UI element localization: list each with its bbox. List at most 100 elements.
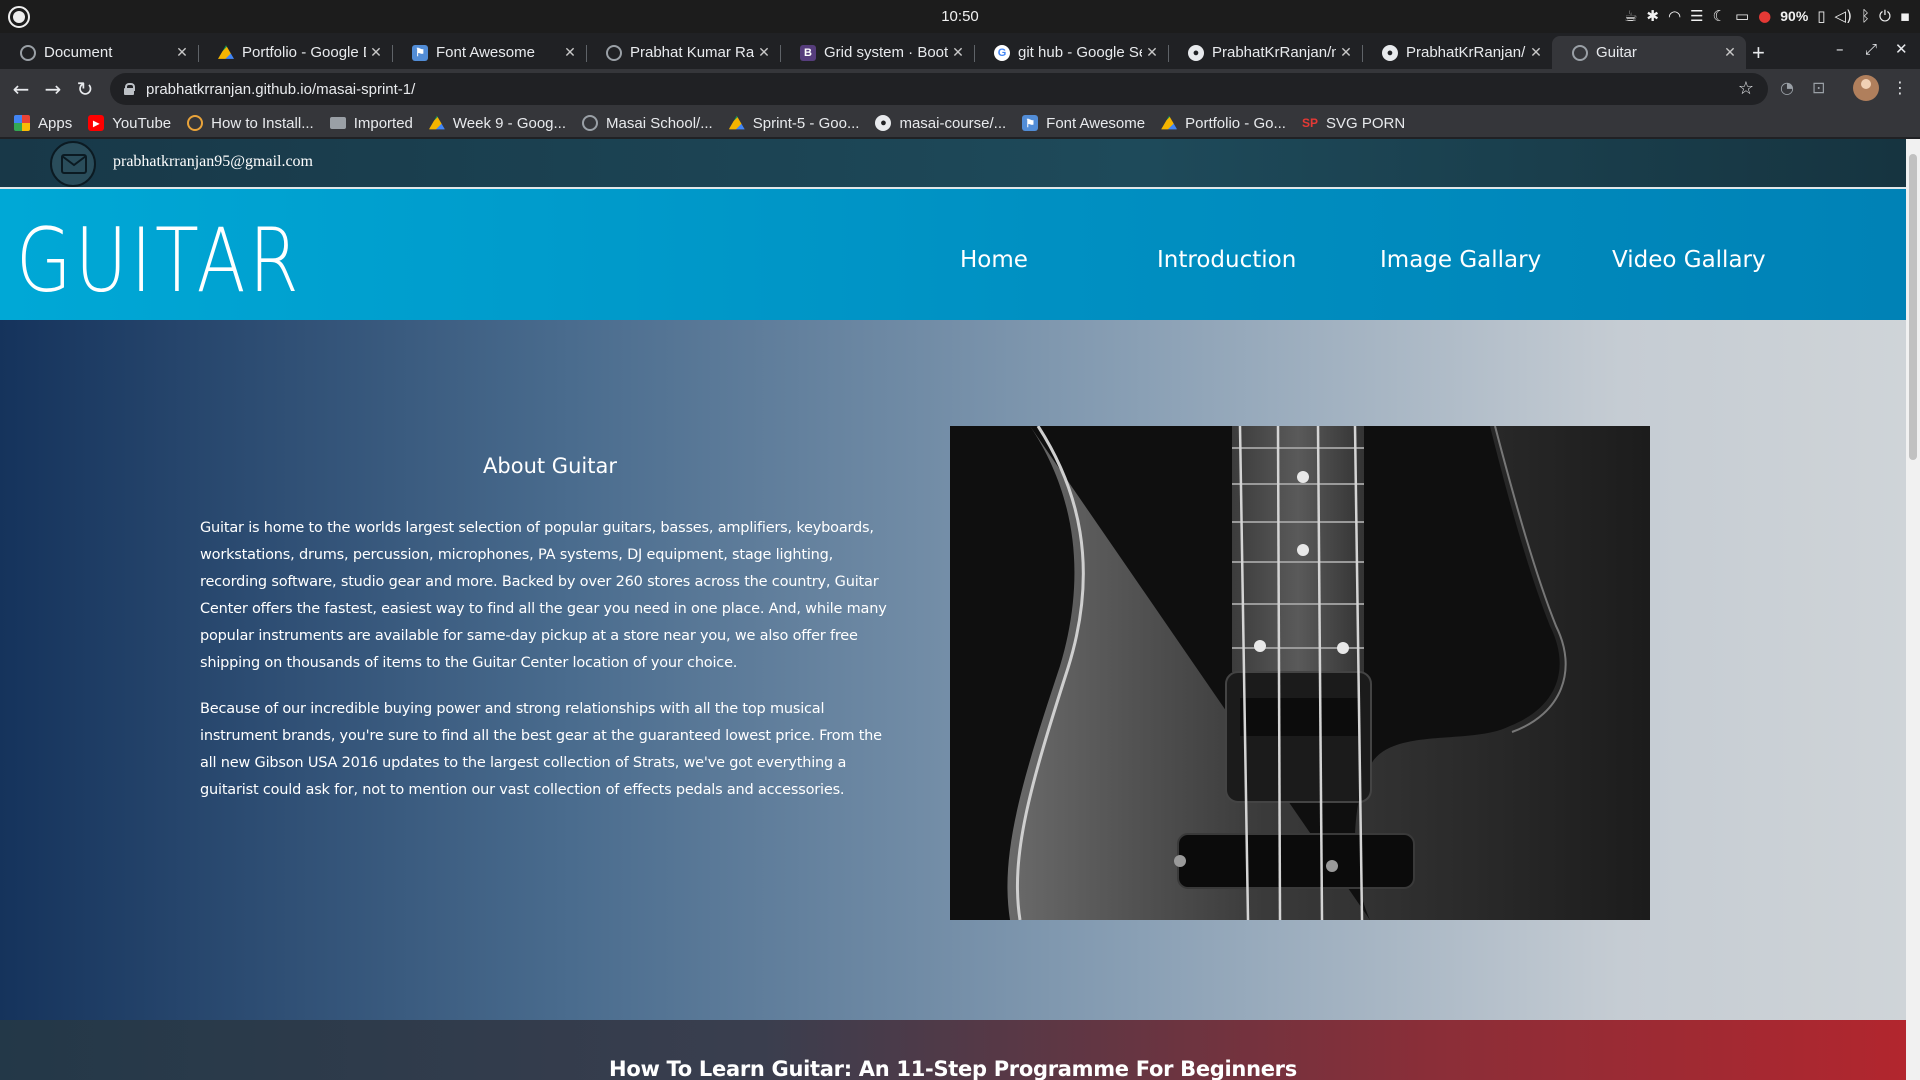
- tab[interactable]: Prabhat Kumar Ranjan ✕: [586, 36, 780, 69]
- browser-toolbar: ← → ↻ prabhatkrranjan.github.io/masai-sp…: [0, 69, 1920, 109]
- bookmark-label: Imported: [353, 114, 413, 132]
- guitar-logo[interactable]: GUITAR: [16, 219, 306, 299]
- close-icon[interactable]: ✕: [366, 44, 386, 61]
- bookmark-label: Apps: [38, 114, 73, 132]
- lock-icon[interactable]: [124, 83, 135, 95]
- tab[interactable]: ● PrabhatKrRanjan/masai ✕: [1168, 36, 1362, 69]
- bookmark-label: How to Install...: [211, 114, 314, 132]
- globe-icon: [582, 115, 599, 131]
- tab-title: git hub - Google Search: [1018, 44, 1142, 61]
- bookmark-font-awesome[interactable]: ⚑ Font Awesome: [1022, 115, 1145, 132]
- kebab-menu-icon[interactable]: ⋮: [1892, 78, 1908, 97]
- battery-percent[interactable]: 90%: [1780, 6, 1808, 26]
- tab[interactable]: B Grid system · Bootstrap ✕: [780, 36, 974, 69]
- nav-image-gallary[interactable]: Image Gallary: [1380, 247, 1541, 273]
- new-tab-button[interactable]: +: [1752, 40, 1765, 66]
- tab[interactable]: Document ✕: [0, 36, 198, 69]
- steps-section: How To Learn Guitar: An 11-Step Programm…: [0, 1020, 1906, 1080]
- contact-email[interactable]: prabhatkrranjan95@gmail.com: [113, 153, 313, 171]
- extension-icon[interactable]: ◔: [1780, 78, 1794, 97]
- close-icon[interactable]: ✕: [1526, 44, 1546, 61]
- url-text[interactable]: prabhatkrranjan.github.io/masai-sprint-1…: [146, 81, 415, 98]
- close-icon[interactable]: ✕: [754, 44, 774, 61]
- nav-home[interactable]: Home: [960, 247, 1028, 273]
- bookmark-masai-school[interactable]: Masai School/...: [582, 115, 713, 132]
- bookmark-label: Week 9 - Goog...: [452, 114, 567, 132]
- steps-title: How To Learn Guitar: An 11-Step Programm…: [609, 1057, 1297, 1080]
- bookmark-imported[interactable]: Imported: [329, 114, 413, 132]
- github-icon: ●: [1382, 44, 1398, 61]
- globe-icon: [606, 44, 622, 61]
- tab-active[interactable]: Guitar ✕: [1552, 36, 1746, 69]
- github-icon: ●: [875, 115, 892, 131]
- bookmark-sprint-5[interactable]: Sprint-5 - Goo...: [728, 115, 859, 132]
- tab[interactable]: ● PrabhatKrRanjan/masai ✕: [1362, 36, 1552, 69]
- close-icon[interactable]: ✕: [1720, 44, 1740, 61]
- bookmark-how-to-install[interactable]: How to Install...: [187, 115, 314, 132]
- bluetooth-icon[interactable]: ᛒ: [1861, 6, 1870, 26]
- back-button[interactable]: ←: [6, 74, 36, 104]
- bookmark-label: masai-course/...: [899, 114, 1007, 132]
- notification-bell-icon[interactable]: ●: [1758, 6, 1771, 26]
- close-icon[interactable]: ✕: [1336, 44, 1356, 61]
- logo-text: GUITAR: [16, 219, 302, 299]
- tab[interactable]: G git hub - Google Search ✕: [974, 36, 1168, 69]
- minimize-icon[interactable]: –: [1836, 40, 1844, 58]
- night-mode-icon[interactable]: ☾: [1713, 6, 1726, 26]
- close-icon[interactable]: ✕: [172, 44, 192, 61]
- globe-icon: [1572, 44, 1588, 61]
- google-icon: G: [994, 44, 1010, 61]
- about-title: About Guitar: [483, 454, 617, 478]
- globe-icon: [187, 115, 204, 131]
- tab-title: PrabhatKrRanjan/masai: [1212, 44, 1336, 61]
- about-paragraph-1: Guitar is home to the worlds largest sel…: [200, 520, 887, 671]
- profile-avatar[interactable]: [1853, 75, 1879, 101]
- volume-icon[interactable]: ◁): [1835, 6, 1852, 26]
- tab[interactable]: ⚑ Font Awesome ✕: [392, 36, 586, 69]
- mail-icon: [50, 141, 96, 187]
- wifi-icon[interactable]: ◠: [1668, 6, 1681, 26]
- github-icon: ●: [1188, 44, 1204, 61]
- close-icon[interactable]: ✕: [948, 44, 968, 61]
- tab-title: PrabhatKrRanjan/masai: [1406, 44, 1526, 61]
- slack-icon[interactable]: ✱: [1646, 6, 1659, 26]
- nav-introduction[interactable]: Introduction: [1157, 247, 1296, 273]
- bookmark-label: YouTube: [112, 114, 172, 132]
- reload-button[interactable]: ↻: [70, 74, 100, 104]
- bookmark-svg-porn[interactable]: SP SVG PORN: [1302, 115, 1405, 132]
- extension-icon[interactable]: ⊡: [1812, 78, 1825, 97]
- close-icon[interactable]: ✕: [560, 44, 580, 61]
- tab[interactable]: Portfolio - Google Drive ✕: [198, 36, 392, 69]
- page-scrollbar[interactable]: [1906, 139, 1920, 1080]
- battery-icon[interactable]: ▯: [1817, 6, 1825, 26]
- forward-button[interactable]: →: [38, 74, 68, 104]
- bookmark-youtube[interactable]: ▶ YouTube: [88, 115, 171, 132]
- maximize-icon[interactable]: ⤢: [1865, 40, 1877, 58]
- bookmark-apps[interactable]: Apps: [14, 115, 72, 132]
- drive-icon: [1161, 115, 1178, 130]
- bookmark-masai-course[interactable]: ● masai-course/...: [875, 115, 1006, 132]
- globe-icon: [20, 44, 36, 61]
- close-window-icon[interactable]: ✕: [1895, 40, 1908, 58]
- tab-title: Document: [44, 44, 113, 61]
- coffee-icon[interactable]: ☕: [1624, 6, 1637, 26]
- window-icon[interactable]: ▪: [1900, 6, 1910, 26]
- tab-title: Prabhat Kumar Ranjan: [630, 44, 754, 61]
- power-icon[interactable]: ⏻: [1879, 6, 1891, 26]
- drive-icon: [728, 115, 745, 130]
- bookmark-week-9[interactable]: Week 9 - Goog...: [428, 114, 567, 132]
- bookmark-portfolio[interactable]: Portfolio - Go...: [1161, 115, 1286, 132]
- folder-icon[interactable]: ▭: [1735, 6, 1749, 26]
- guitar-photo: [950, 426, 1650, 920]
- flag-icon: ⚑: [412, 44, 428, 61]
- scrollbar-thumb[interactable]: [1909, 154, 1917, 460]
- bootstrap-icon: B: [800, 44, 816, 61]
- bookmark-star-icon[interactable]: ☆: [1738, 78, 1754, 99]
- close-icon[interactable]: ✕: [1142, 44, 1162, 61]
- tab-title: Font Awesome: [436, 44, 535, 61]
- menu-icon[interactable]: ☰: [1690, 6, 1703, 26]
- system-tray[interactable]: ☕ ✱ ◠ ☰ ☾ ▭ ● 90% ▯ ◁) ᛒ ⏻ ▪: [1624, 6, 1910, 26]
- nav-video-gallary[interactable]: Video Gallary: [1612, 247, 1766, 273]
- bookmark-label: Portfolio - Go...: [1185, 114, 1286, 132]
- address-bar[interactable]: prabhatkrranjan.github.io/masai-sprint-1…: [110, 73, 1768, 105]
